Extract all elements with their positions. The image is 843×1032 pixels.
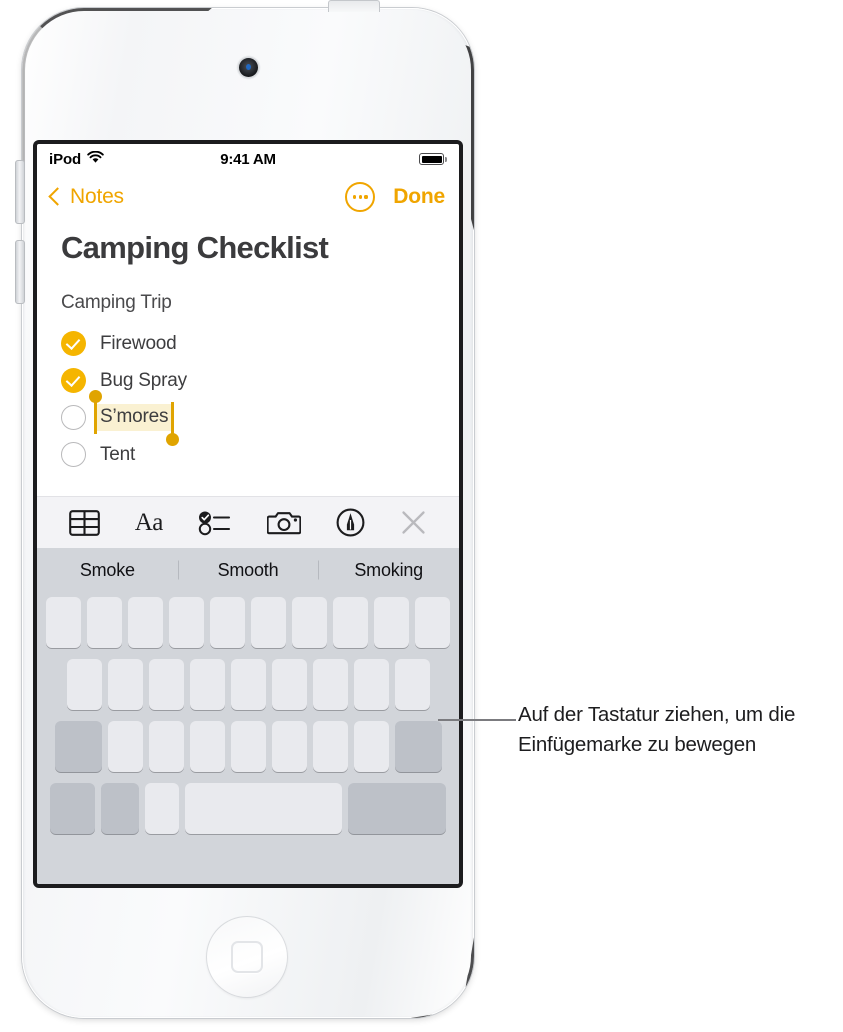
camera-icon[interactable] <box>267 509 302 536</box>
checklist-item-label: Firewood <box>100 332 177 354</box>
selection-handle-start[interactable] <box>89 390 102 403</box>
keyboard-key[interactable] <box>292 597 327 648</box>
keyboard-key[interactable] <box>107 659 143 710</box>
wifi-icon <box>87 150 104 168</box>
more-ellipsis-icon[interactable] <box>345 182 376 212</box>
back-label: Notes <box>70 185 124 208</box>
back-to-notes-button[interactable]: Notes <box>48 185 124 209</box>
power-button[interactable] <box>328 0 380 12</box>
checkbox-unchecked-icon[interactable] <box>61 442 86 467</box>
numbers-key[interactable] <box>50 783 95 834</box>
screen-bezel: iPod 9:41 AM Notes Done Camping Checklis… <box>33 140 463 888</box>
predictive-text-bar: Smoke Smooth Smoking <box>37 548 459 592</box>
checklist-item[interactable]: Firewood <box>61 325 439 362</box>
keyboard-key[interactable] <box>374 597 409 648</box>
checklist-item-label: S’mores <box>89 390 180 446</box>
keyboard-key[interactable] <box>107 721 143 772</box>
callout-text: Auf der Tastatur ziehen, um die Einfügem… <box>518 703 796 756</box>
screen: iPod 9:41 AM Notes Done Camping Checklis… <box>37 144 459 884</box>
note-title: Camping Checklist <box>61 230 329 265</box>
keyboard-key[interactable] <box>251 597 286 648</box>
home-button[interactable] <box>206 916 288 998</box>
done-button[interactable]: Done <box>393 185 445 209</box>
note-section-label: Camping Trip <box>61 292 172 313</box>
keyboard-key[interactable] <box>169 597 204 648</box>
keyboard-row-4 <box>40 783 456 834</box>
keyboard-key[interactable] <box>333 597 368 648</box>
front-camera-icon <box>239 58 258 77</box>
checklist-item[interactable]: Tent <box>61 436 439 473</box>
status-bar-right <box>419 153 447 165</box>
keyboard-row-1 <box>40 597 456 648</box>
keyboard-row-3 <box>40 721 456 772</box>
close-x-icon[interactable] <box>400 509 427 536</box>
keyboard-key[interactable] <box>271 721 307 772</box>
checklist-icon[interactable] <box>198 510 232 536</box>
keyboard-key[interactable] <box>312 659 348 710</box>
keyboard-key[interactable] <box>148 659 184 710</box>
keyboard-key[interactable] <box>128 597 163 648</box>
keyboard-key[interactable] <box>415 597 450 648</box>
on-screen-keyboard[interactable] <box>37 592 459 884</box>
checklist-item-selected[interactable]: S’mores <box>61 390 439 446</box>
checkbox-checked-icon[interactable] <box>61 331 86 356</box>
checkbox-checked-icon[interactable] <box>61 368 86 393</box>
chevron-left-icon <box>48 187 67 206</box>
checklist-item-label: Tent <box>100 443 136 465</box>
checkbox-unchecked-icon[interactable] <box>61 405 86 430</box>
table-icon[interactable] <box>68 509 100 536</box>
keyboard-key[interactable] <box>230 721 266 772</box>
home-square-icon <box>231 941 263 973</box>
selection-handle-bar-start[interactable] <box>94 402 97 434</box>
dictation-key[interactable] <box>145 783 179 834</box>
prediction-option[interactable]: Smooth <box>178 560 319 581</box>
checklist-item[interactable]: Bug Spray <box>61 362 439 399</box>
navigation-bar: Notes Done <box>37 174 459 220</box>
keyboard-key[interactable] <box>353 659 389 710</box>
shift-key[interactable] <box>54 721 102 772</box>
keyboard-key[interactable] <box>230 659 266 710</box>
text-format-aa-icon[interactable]: Aa <box>135 509 164 537</box>
keyboard-key[interactable] <box>312 721 348 772</box>
keyboard-key[interactable] <box>353 721 389 772</box>
keyboard-key[interactable] <box>189 659 225 710</box>
return-key[interactable] <box>348 783 446 834</box>
keyboard-key[interactable] <box>87 597 122 648</box>
volume-down-button[interactable] <box>15 240 25 304</box>
space-key[interactable] <box>185 783 342 834</box>
keyboard-row-2 <box>40 659 456 710</box>
carrier-label: iPod <box>49 150 82 168</box>
keyboard-key[interactable] <box>66 659 102 710</box>
prediction-option[interactable]: Smoke <box>37 560 178 581</box>
keyboard-key[interactable] <box>148 721 184 772</box>
selection-handle-bar-end[interactable] <box>171 402 175 434</box>
note-content[interactable]: Camping Checklist Camping Trip Firewood … <box>37 220 459 473</box>
keyboard-key[interactable] <box>271 659 307 710</box>
delete-key[interactable] <box>394 721 442 772</box>
checklist-item-label: Bug Spray <box>100 369 187 391</box>
format-toolbar: Aa <box>37 496 459 548</box>
markup-pen-icon[interactable] <box>336 508 365 537</box>
callout-leader-line <box>438 719 516 721</box>
globe-key[interactable] <box>101 783 139 834</box>
status-bar-left: iPod <box>49 150 104 168</box>
keyboard-key[interactable] <box>189 721 225 772</box>
battery-full-icon <box>419 153 447 165</box>
navigation-bar-right: Done <box>345 182 445 212</box>
volume-up-button[interactable] <box>15 160 25 224</box>
prediction-option[interactable]: Smoking <box>318 560 459 581</box>
keyboard-key[interactable] <box>46 597 81 648</box>
status-bar: iPod 9:41 AM <box>37 144 459 174</box>
keyboard-key[interactable] <box>210 597 245 648</box>
keyboard-key[interactable] <box>394 659 430 710</box>
